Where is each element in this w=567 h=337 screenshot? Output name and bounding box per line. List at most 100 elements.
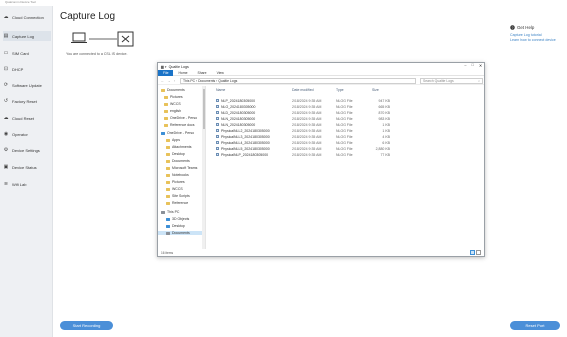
- address-path: This PC › Documents › Qualtie Logs: [183, 79, 238, 83]
- help-link-tutorial[interactable]: Capture Log tutorial: [510, 33, 565, 37]
- start-recording-button[interactable]: Start Recording: [60, 321, 113, 330]
- column-header-date[interactable]: Date modified: [292, 87, 314, 93]
- file-type: NLOG File: [336, 134, 353, 139]
- address-bar[interactable]: This PC › Documents › Qualtie Logs: [180, 78, 416, 84]
- tree-item[interactable]: english: [164, 109, 181, 113]
- tree-item-label: Reference: [172, 201, 189, 205]
- wifi-icon: ≋: [3, 181, 9, 187]
- file-row[interactable]: PhysicalNLL5_2024180305000 2/18/2024 9:3…: [210, 146, 484, 151]
- sidebar-item-sim-card[interactable]: ▭ SIM Card: [3, 48, 51, 58]
- file-row[interactable]: PhysicalNLL4_2024180305000 2/18/2024 9:3…: [210, 140, 484, 145]
- file-size: 6 KB: [382, 140, 390, 145]
- help-link-connect[interactable]: Learn how to connect device: [510, 38, 565, 42]
- tree-item[interactable]: OneDrive - Perso: [164, 116, 197, 120]
- tree-item[interactable]: Apps: [166, 138, 180, 142]
- tree-item[interactable]: Documents: [161, 88, 185, 92]
- column-header-type[interactable]: Type: [336, 87, 344, 93]
- nav-scrollbar[interactable]: [202, 86, 205, 249]
- sidebar-item-cloud-connection[interactable]: ☁ Cloud Connection: [3, 12, 51, 22]
- tree-item[interactable]: Reference: [166, 201, 188, 205]
- reset-port-button[interactable]: Reset Port: [510, 321, 560, 330]
- file-name-cell: NLD_2024180305000: [216, 110, 255, 115]
- file-icon: [216, 146, 219, 151]
- tree-item-selected[interactable]: Documents: [158, 231, 202, 235]
- file-row[interactable]: NLO_2024180305000 2/18/2024 9:35 AM NLOG…: [210, 104, 484, 109]
- sidebar-item-operator[interactable]: ◉ Operator: [3, 129, 51, 139]
- file-date: 2/18/2024 9:35 AM: [292, 152, 322, 157]
- tree-item[interactable]: OneDrive - Perso: [161, 131, 194, 135]
- file-row[interactable]: NLN_2024180305000 2/18/2024 9:35 AM NLOG…: [210, 116, 484, 121]
- tree-item[interactable]: Attachments: [166, 145, 191, 149]
- item-count: 16 items: [161, 250, 174, 255]
- file-row[interactable]: NLN_2024180305000 2/18/2024 9:35 AM NLOG…: [210, 122, 484, 127]
- file-type: NLOG File: [336, 98, 353, 103]
- tree-item[interactable]: Reference docs: [164, 123, 195, 127]
- help-title-label: Get Help: [517, 25, 535, 30]
- tab-file[interactable]: File: [158, 69, 174, 76]
- tree-item[interactable]: Desktop: [166, 152, 185, 156]
- tab-home[interactable]: Home: [173, 70, 192, 76]
- file-row[interactable]: NLP_2024180305000 2/18/2024 9:35 AM NLOG…: [210, 98, 484, 103]
- tree-item-label: Desktop: [172, 152, 185, 156]
- file-row[interactable]: NLD_2024180305000 2/18/2024 9:35 AM NLOG…: [210, 110, 484, 115]
- sidebar-item-label: Device Settings: [12, 147, 40, 153]
- minimize-icon[interactable]: –: [464, 63, 466, 68]
- large-icons-view-icon[interactable]: [476, 250, 481, 255]
- sidebar-item-wifi-lab[interactable]: ≋ Wifi Lab: [3, 179, 51, 189]
- sidebar-item-factory-reset[interactable]: ↺ Factory Reset: [3, 96, 51, 106]
- sidebar-item-device-status[interactable]: ▣ Device Status: [3, 162, 51, 172]
- close-icon[interactable]: ✕: [479, 63, 482, 68]
- folder-icon: [166, 159, 170, 163]
- tree-item[interactable]: This PC: [161, 210, 179, 214]
- quick-access-toolbar[interactable]: ▆ ▾: [161, 65, 167, 69]
- sidebar-item-cloud-reset[interactable]: ☁ Cloud Reset: [3, 113, 51, 123]
- file-icon: [216, 104, 219, 109]
- tree-item[interactable]: Microsoft Teams: [166, 166, 197, 170]
- scrollbar-thumb[interactable]: [202, 89, 205, 129]
- tree-item[interactable]: 3D Objects: [166, 217, 189, 221]
- file-size: 983 KB: [378, 116, 390, 121]
- tree-item[interactable]: Notebooks: [166, 173, 189, 177]
- file-date: 2/18/2024 9:35 AM: [292, 98, 322, 103]
- tree-item-label: Attachments: [172, 145, 192, 149]
- page-title: Capture Log: [60, 11, 116, 22]
- file-size: 947 KB: [378, 98, 390, 103]
- search-input[interactable]: Search Qualtie Logs ⌕: [420, 78, 483, 84]
- tree-item-label: This PC: [167, 210, 180, 214]
- folder-icon: [164, 116, 168, 120]
- tree-item[interactable]: Pictures: [166, 180, 185, 184]
- file-type: NLOG File: [336, 146, 353, 151]
- pin-icon: ▾: [164, 64, 167, 69]
- tab-share[interactable]: Share: [193, 70, 212, 76]
- sidebar-item-dhcp[interactable]: ⊡ DHCP: [3, 64, 51, 74]
- file-row[interactable]: PhysicalNLL3_2024180305000 2/18/2024 9:3…: [210, 134, 484, 139]
- maximize-icon[interactable]: □: [472, 63, 474, 68]
- sidebar-item-device-settings[interactable]: ⚙ Device Settings: [3, 145, 51, 155]
- sidebar-item-software-update[interactable]: ⟳ Software Update: [3, 80, 51, 90]
- tree-item[interactable]: Site Scripts: [166, 194, 190, 198]
- tree-item[interactable]: Documents: [166, 159, 190, 163]
- tree-item[interactable]: WCCS: [164, 102, 181, 106]
- device-icon: [117, 31, 134, 47]
- status-icon: ▣: [3, 164, 9, 170]
- tab-view[interactable]: View: [212, 70, 229, 76]
- computer-icon: [161, 210, 165, 214]
- file-row[interactable]: PhysicalNLP_2024180305000 2/18/2024 9:35…: [210, 152, 484, 157]
- document-icon: ▤: [3, 33, 9, 39]
- tree-item[interactable]: Desktop: [166, 224, 185, 228]
- details-view-icon[interactable]: [470, 250, 475, 255]
- tree-item-label: Documents: [172, 159, 190, 163]
- nav-arrows[interactable]: ← → ↑: [161, 79, 176, 83]
- folder-icon: [164, 123, 168, 127]
- column-header-name[interactable]: Name: [216, 87, 225, 93]
- tree-item[interactable]: WCCS: [166, 187, 183, 191]
- file-name-cell: NLO_2024180305000: [216, 104, 255, 109]
- tree-item[interactable]: Pictures: [164, 95, 183, 99]
- sidebar-item-capture-log[interactable]: ▤ Capture Log: [3, 31, 51, 41]
- file-name: PhysicalNLL4_2024180305000: [221, 140, 270, 145]
- file-name: NLN_2024180305000: [221, 116, 256, 121]
- sidebar-item-label: Software Update: [12, 82, 42, 88]
- reset-icon: ↺: [3, 98, 9, 104]
- file-row[interactable]: PhysicalNLL2_2024180305000 2/18/2024 9:3…: [210, 128, 484, 133]
- column-header-size[interactable]: Size: [372, 87, 379, 93]
